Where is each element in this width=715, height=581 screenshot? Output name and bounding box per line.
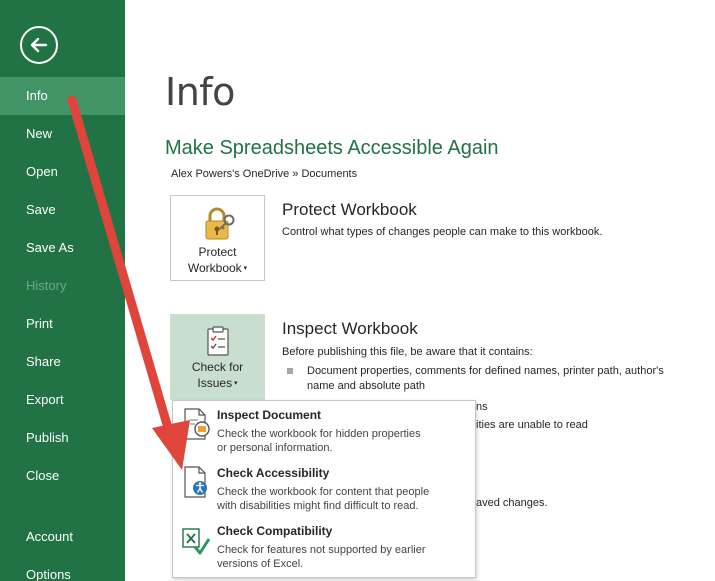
check-tile-label-line1: Check for bbox=[191, 360, 244, 374]
menu-item-check-compatibility-title: Check Compatibility bbox=[217, 524, 333, 538]
inspect-bullet-1-line2: name and absolute path bbox=[307, 380, 426, 392]
menu-item-inspect-document-title: Inspect Document bbox=[217, 408, 322, 422]
nav-item-save-as[interactable]: Save As bbox=[0, 229, 125, 267]
accessibility-icon bbox=[184, 466, 207, 498]
inspect-document-icon bbox=[184, 408, 210, 440]
backstage-sidebar: Info New Open Save Save As History Print… bbox=[0, 0, 125, 581]
checklist-icon bbox=[206, 326, 229, 356]
menu-item-inspect-document-desc-line2: or personal information. bbox=[217, 442, 333, 454]
menu-item-check-accessibility-title: Check Accessibility bbox=[217, 466, 330, 480]
page-title: Info bbox=[165, 70, 235, 114]
protect-tile-label-line1: Protect bbox=[198, 245, 237, 259]
nav-item-print[interactable]: Print bbox=[0, 305, 125, 343]
excel-compatibility-icon bbox=[182, 528, 211, 555]
chevron-down-icon: ▾ bbox=[241, 264, 248, 272]
nav-item-export[interactable]: Export bbox=[0, 381, 125, 419]
backstage-nav: Info New Open Save Save As History Print… bbox=[0, 77, 125, 495]
nav-item-account[interactable]: Account bbox=[0, 518, 125, 556]
menu-item-check-accessibility-desc-line1: Check the workbook for content that peop… bbox=[217, 486, 430, 498]
menu-item-inspect-document-desc-line1: Check the workbook for hidden properties bbox=[217, 428, 421, 440]
document-path: Alex Powers's OneDrive » Documents bbox=[171, 168, 358, 180]
nav-item-options[interactable]: Options bbox=[0, 556, 125, 581]
chevron-down-icon: ▾ bbox=[232, 379, 238, 387]
nav-item-save[interactable]: Save bbox=[0, 191, 125, 229]
inspect-workbook-title: Inspect Workbook bbox=[282, 319, 418, 338]
check-tile-label-line2: Issues bbox=[197, 376, 233, 390]
nav-item-new[interactable]: New bbox=[0, 115, 125, 153]
nav-item-open[interactable]: Open bbox=[0, 153, 125, 191]
protect-tile-label-line2: Workbook bbox=[187, 261, 242, 275]
inspect-workbook-description: Before publishing this file, be aware th… bbox=[282, 346, 533, 358]
check-for-issues-menu: Inspect Document Check the workbook for … bbox=[172, 400, 476, 578]
protect-workbook-title: Protect Workbook bbox=[282, 200, 417, 219]
protect-workbook-description: Control what types of changes people can… bbox=[282, 226, 603, 238]
inspect-bullet-3: ities are unable to read bbox=[476, 419, 588, 431]
menu-item-check-compatibility-desc-line2: versions of Excel. bbox=[217, 558, 304, 570]
lock-key-icon bbox=[205, 207, 234, 240]
nav-item-history: History bbox=[26, 278, 67, 293]
back-button[interactable] bbox=[20, 26, 58, 64]
bullet-marker bbox=[287, 368, 293, 374]
inspect-bullet-4: aved changes. bbox=[476, 497, 548, 509]
backstage-nav-bottom: Account Options bbox=[0, 518, 125, 581]
back-arrow-icon bbox=[30, 37, 48, 53]
menu-item-check-accessibility[interactable]: Check Accessibility Check the workbook f… bbox=[173, 459, 475, 517]
document-title: Make Spreadsheets Accessible Again bbox=[165, 137, 499, 159]
nav-item-info[interactable]: Info bbox=[0, 77, 125, 115]
nav-item-share[interactable]: Share bbox=[0, 343, 125, 381]
menu-item-inspect-document[interactable]: Inspect Document Check the workbook for … bbox=[173, 401, 475, 459]
inspect-bullet-1: Document properties, comments for define… bbox=[307, 364, 664, 394]
protect-workbook-button[interactable]: Protect Workbook ▾ bbox=[170, 195, 265, 281]
nav-item-close[interactable]: Close bbox=[0, 457, 125, 495]
inspect-bullet-1-line1: Document properties, comments for define… bbox=[307, 365, 664, 377]
menu-item-check-compatibility-desc-line1: Check for features not supported by earl… bbox=[217, 544, 426, 556]
check-for-issues-button[interactable]: Check for Issues ▾ bbox=[170, 314, 265, 400]
inspect-bullet-2: ns bbox=[476, 401, 488, 413]
nav-item-publish[interactable]: Publish bbox=[0, 419, 125, 457]
menu-item-check-accessibility-desc-line2: with disabilities might find difficult t… bbox=[217, 500, 419, 512]
menu-item-check-compatibility[interactable]: Check Compatibility Check for features n… bbox=[173, 517, 475, 575]
